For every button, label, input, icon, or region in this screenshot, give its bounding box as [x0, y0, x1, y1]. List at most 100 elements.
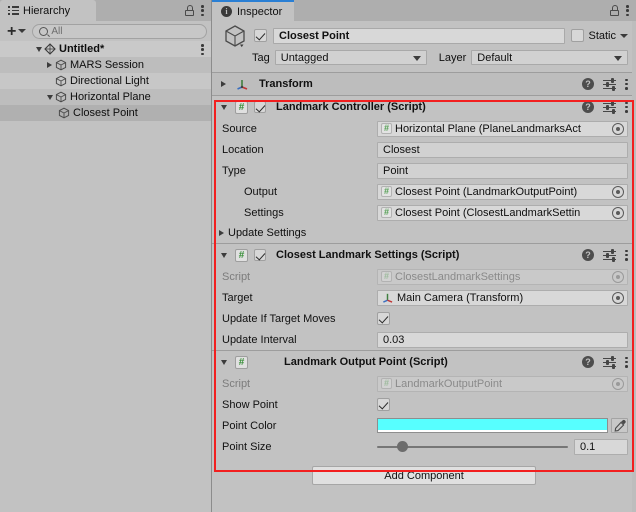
search-icon	[39, 27, 48, 36]
landmark-output-point-expand-arrow[interactable]	[218, 360, 229, 365]
component-title: Landmark Output Point (Script)	[284, 356, 448, 368]
update-if-target-moves-checkbox[interactable]	[377, 312, 390, 325]
transform-axis-icon	[381, 292, 394, 303]
location-dropdown[interactable]: Closest	[377, 142, 628, 158]
preset-icon[interactable]	[603, 357, 616, 368]
component-header-transform[interactable]: Transform ?	[212, 73, 636, 95]
tab-inspector[interactable]: i Inspector	[212, 0, 294, 21]
field-label: Update Interval	[222, 334, 377, 346]
component-enabled-checkbox[interactable]	[254, 101, 266, 113]
lock-open-icon[interactable]	[185, 5, 194, 16]
point-color-swatch[interactable]	[377, 418, 608, 433]
settings-object-value: Closest Point (ClosestLandmarkSettin	[395, 207, 609, 219]
kebab-menu-icon[interactable]	[625, 79, 628, 90]
component-actions: ?	[582, 96, 628, 118]
layer-label: Layer	[439, 52, 467, 64]
kebab-menu-icon[interactable]	[626, 5, 629, 16]
preset-icon[interactable]	[603, 102, 616, 113]
point-size-input[interactable]: 0.1	[574, 439, 628, 455]
kebab-menu-icon[interactable]	[625, 357, 628, 368]
scene-expand-arrow[interactable]	[33, 47, 44, 52]
update-interval-input[interactable]: 0.03	[377, 332, 628, 348]
hierarchy-search-input[interactable]: All	[32, 24, 207, 39]
static-chevron-down-icon[interactable]	[620, 34, 628, 38]
component-enabled-checkbox[interactable]	[254, 249, 266, 261]
settings-object-field[interactable]: # Closest Point (ClosestLandmarkSettin	[377, 205, 628, 221]
script-object-value: LandmarkOutputPoint	[395, 378, 609, 390]
field-label: Location	[222, 144, 377, 156]
list-item[interactable]: Directional Light	[0, 73, 211, 89]
static-toggle-group[interactable]: Static	[571, 29, 628, 42]
tab-hierarchy-label: Hierarchy	[23, 5, 70, 17]
object-picker-icon[interactable]	[612, 207, 624, 219]
script-hash-icon: #	[235, 356, 248, 369]
hierarchy-tabbar: Hierarchy	[0, 0, 211, 21]
list-item[interactable]: Horizontal Plane	[0, 89, 211, 105]
gameobject-name-row: Closest Point Static	[220, 26, 628, 45]
component-header-closest-landmark-settings[interactable]: # Closest Landmark Settings (Script) ?	[212, 244, 636, 266]
help-icon[interactable]: ?	[582, 356, 594, 368]
closest-landmark-settings-expand-arrow[interactable]	[218, 253, 229, 258]
list-item[interactable]: MARS Session	[0, 57, 211, 73]
inspector-scrollbar[interactable]	[632, 21, 636, 512]
object-picker-icon[interactable]	[612, 123, 624, 135]
component-header-landmark-output-point[interactable]: # Landmark Output Point (Script) ?	[212, 351, 636, 373]
gameobject-name-field[interactable]: Closest Point	[273, 28, 565, 44]
landmark-controller-expand-arrow[interactable]	[218, 105, 229, 110]
object-picker-icon[interactable]	[612, 292, 624, 304]
type-dropdown[interactable]: Point	[377, 163, 628, 179]
target-object-field[interactable]: Main Camera (Transform)	[377, 290, 628, 306]
add-component-button[interactable]: Add Component	[312, 466, 536, 485]
preset-icon[interactable]	[603, 79, 616, 90]
inspector-tab-actions	[610, 0, 636, 21]
tab-hierarchy[interactable]: Hierarchy	[0, 0, 96, 21]
field-row-location: Location Closest	[212, 139, 636, 160]
gameobject-cube-icon	[55, 91, 67, 103]
hierarchy-scene-row[interactable]: Untitled*	[0, 41, 211, 57]
field-label: Point Size	[222, 441, 377, 453]
show-point-checkbox[interactable]	[377, 398, 390, 411]
kebab-menu-icon[interactable]	[625, 250, 628, 261]
scene-kebab-menu-icon[interactable]	[201, 44, 204, 55]
tag-dropdown[interactable]: Untagged	[275, 50, 427, 65]
foldout-update-settings[interactable]: Update Settings	[212, 223, 636, 243]
point-size-slider[interactable]	[377, 440, 568, 453]
field-row-settings: Settings # Closest Point (ClosestLandmar…	[212, 202, 636, 223]
color-alpha-bar	[378, 430, 607, 432]
location-value: Closest	[383, 144, 420, 156]
field-label: Show Point	[222, 399, 377, 411]
script-hash-icon: #	[381, 207, 392, 218]
eyedropper-icon[interactable]	[611, 418, 628, 433]
kebab-menu-icon[interactable]	[625, 102, 628, 113]
create-gameobject-button[interactable]: +	[4, 23, 29, 39]
static-checkbox[interactable]	[571, 29, 584, 42]
preset-icon[interactable]	[603, 250, 616, 261]
help-icon[interactable]: ?	[582, 78, 594, 90]
script-hash-icon: #	[235, 249, 248, 262]
gameobject-header: Closest Point Static Tag Untagged Layer …	[212, 21, 636, 72]
script-object-value: ClosestLandmarkSettings	[395, 271, 609, 283]
object-picker-icon[interactable]	[612, 186, 624, 198]
slider-knob[interactable]	[397, 441, 408, 452]
source-object-field[interactable]: # Horizontal Plane (PlaneLandmarksAct	[377, 121, 628, 137]
help-icon[interactable]: ?	[582, 101, 594, 113]
output-object-field[interactable]: # Closest Point (LandmarkOutputPoint)	[377, 184, 628, 200]
gameobject-enabled-checkbox[interactable]	[254, 29, 267, 42]
expand-arrow[interactable]	[44, 62, 55, 68]
layer-dropdown[interactable]: Default	[471, 50, 628, 65]
field-row-point-color: Point Color	[212, 415, 636, 436]
component-header-landmark-controller[interactable]: # Landmark Controller (Script) ?	[212, 96, 636, 118]
help-icon[interactable]: ?	[582, 249, 594, 261]
lock-open-icon[interactable]	[610, 5, 619, 16]
list-item-selected[interactable]: Closest Point	[0, 105, 211, 121]
transform-expand-arrow[interactable]	[218, 81, 229, 87]
tag-label: Tag	[252, 52, 270, 64]
tag-layer-row: Tag Untagged Layer Default	[220, 49, 628, 66]
field-label: Type	[222, 165, 377, 177]
field-label: Target	[222, 292, 377, 304]
point-size-slider-group[interactable]: 0.1	[377, 439, 628, 455]
expand-arrow[interactable]	[44, 95, 55, 100]
chevron-down-icon	[413, 56, 421, 61]
kebab-menu-icon[interactable]	[201, 5, 204, 16]
object-picker-icon	[612, 378, 624, 390]
